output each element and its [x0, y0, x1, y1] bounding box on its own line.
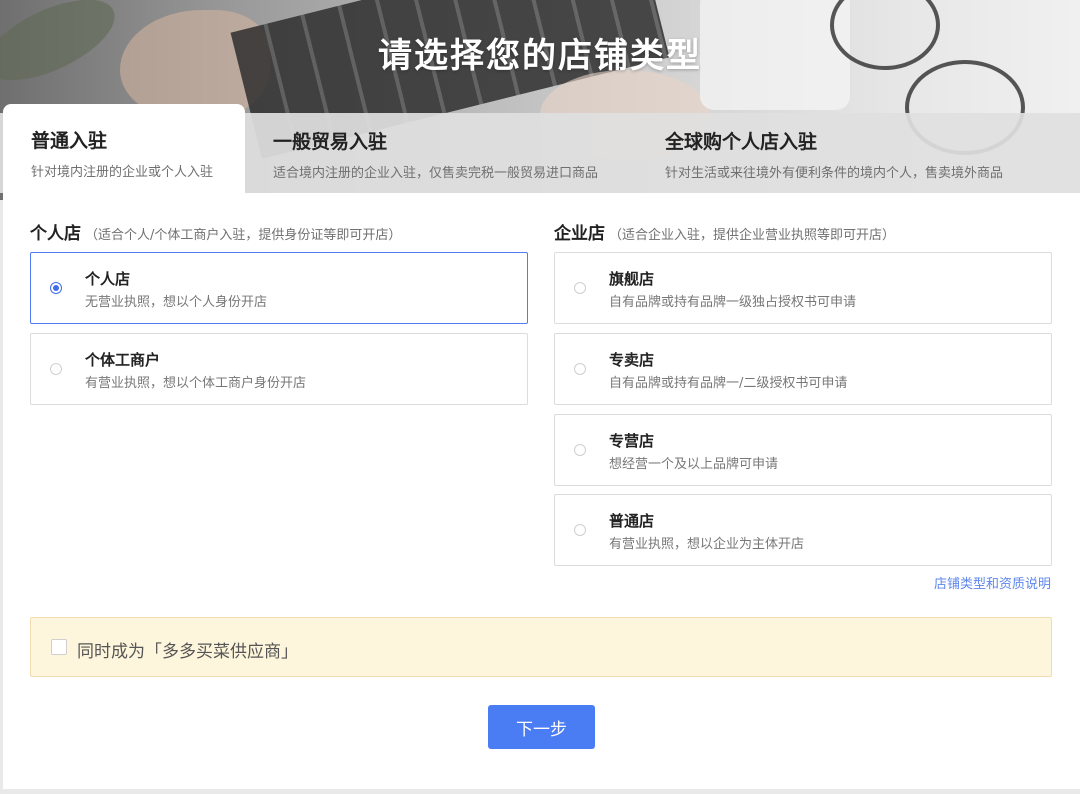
radio-icon[interactable]: [50, 363, 62, 375]
tab-title: 全球购个人店入驻: [665, 131, 818, 153]
supplier-notice: 同时成为「多多买菜供应商」: [30, 617, 1052, 677]
option-title: 普通店: [609, 512, 655, 530]
option-individual-business[interactable]: 个体工商户 有营业执照，想以个体工商户身份开店: [30, 333, 528, 405]
tab-subtitle: 针对境内注册的企业或个人入驻: [31, 165, 214, 180]
enterprise-store-heading: 企业店 （适合企业入驻，提供企业营业执照等即可开店）: [554, 219, 895, 244]
option-franchise-store[interactable]: 专卖店 自有品牌或持有品牌一/二级授权书可申请: [554, 333, 1052, 405]
option-desc: 想经营一个及以上品牌可申请: [609, 457, 779, 472]
option-desc: 无营业执照，想以个人身份开店: [85, 295, 268, 310]
personal-heading-text: 个人店: [30, 224, 81, 244]
next-step-button[interactable]: 下一步: [488, 705, 595, 749]
option-regular-store[interactable]: 普通店 有营业执照，想以企业为主体开店: [554, 494, 1052, 566]
tab-subtitle: 针对生活或来往境外有便利条件的境内个人，售卖境外商品: [665, 166, 1004, 181]
option-flagship-store[interactable]: 旗舰店 自有品牌或持有品牌一级独占授权书可申请: [554, 252, 1052, 324]
radio-icon[interactable]: [574, 444, 586, 456]
radio-icon[interactable]: [574, 363, 586, 375]
enterprise-heading-hint: （适合企业入驻，提供企业营业执照等即可开店）: [609, 228, 896, 243]
store-type-help-link[interactable]: 店铺类型和资质说明: [934, 573, 1051, 592]
option-specialty-store[interactable]: 专营店 想经营一个及以上品牌可申请: [554, 414, 1052, 486]
enterprise-heading-text: 企业店: [554, 224, 605, 244]
option-desc: 有营业执照，想以个体工商户身份开店: [85, 376, 307, 391]
store-type-panel: 个人店 （适合个人/个体工商户入驻，提供身份证等即可开店） 个人店 无营业执照，想…: [3, 193, 1080, 789]
page-title: 请选择您的店铺类型: [378, 36, 702, 76]
option-desc: 自有品牌或持有品牌一/二级授权书可申请: [609, 376, 848, 391]
tab-subtitle: 适合境内注册的企业入驻，仅售卖完税一般贸易进口商品: [273, 166, 599, 181]
option-personal-store[interactable]: 个人店 无营业执照，想以个人身份开店: [30, 252, 528, 324]
option-title: 个体工商户: [85, 351, 161, 369]
option-title: 个人店: [85, 270, 131, 288]
option-desc: 自有品牌或持有品牌一级独占授权书可申请: [609, 295, 857, 310]
tab-normal[interactable]: 普通入驻 针对境内注册的企业或个人入驻: [3, 104, 245, 196]
supplier-checkbox[interactable]: [51, 639, 67, 655]
tab-title: 一般贸易入驻: [273, 131, 388, 153]
option-desc: 有营业执照，想以企业为主体开店: [609, 537, 805, 552]
tab-general-trade[interactable]: 一般贸易入驻 适合境内注册的企业入驻，仅售卖完税一般贸易进口商品: [273, 113, 598, 193]
personal-store-heading: 个人店 （适合个人/个体工商户入驻，提供身份证等即可开店）: [30, 219, 401, 244]
radio-icon[interactable]: [574, 524, 586, 536]
option-title: 专卖店: [609, 351, 655, 369]
tab-global-personal[interactable]: 全球购个人店入驻 针对生活或来往境外有便利条件的境内个人，售卖境外商品: [665, 113, 1003, 193]
supplier-label[interactable]: 同时成为「多多买菜供应商」: [77, 637, 298, 662]
tab-title: 普通入驻: [31, 130, 108, 152]
radio-icon[interactable]: [574, 282, 586, 294]
radio-selected-icon[interactable]: [50, 282, 62, 294]
personal-heading-hint: （适合个人/个体工商户入驻，提供身份证等即可开店）: [85, 228, 402, 243]
option-title: 专营店: [609, 432, 655, 450]
option-title: 旗舰店: [609, 270, 655, 288]
